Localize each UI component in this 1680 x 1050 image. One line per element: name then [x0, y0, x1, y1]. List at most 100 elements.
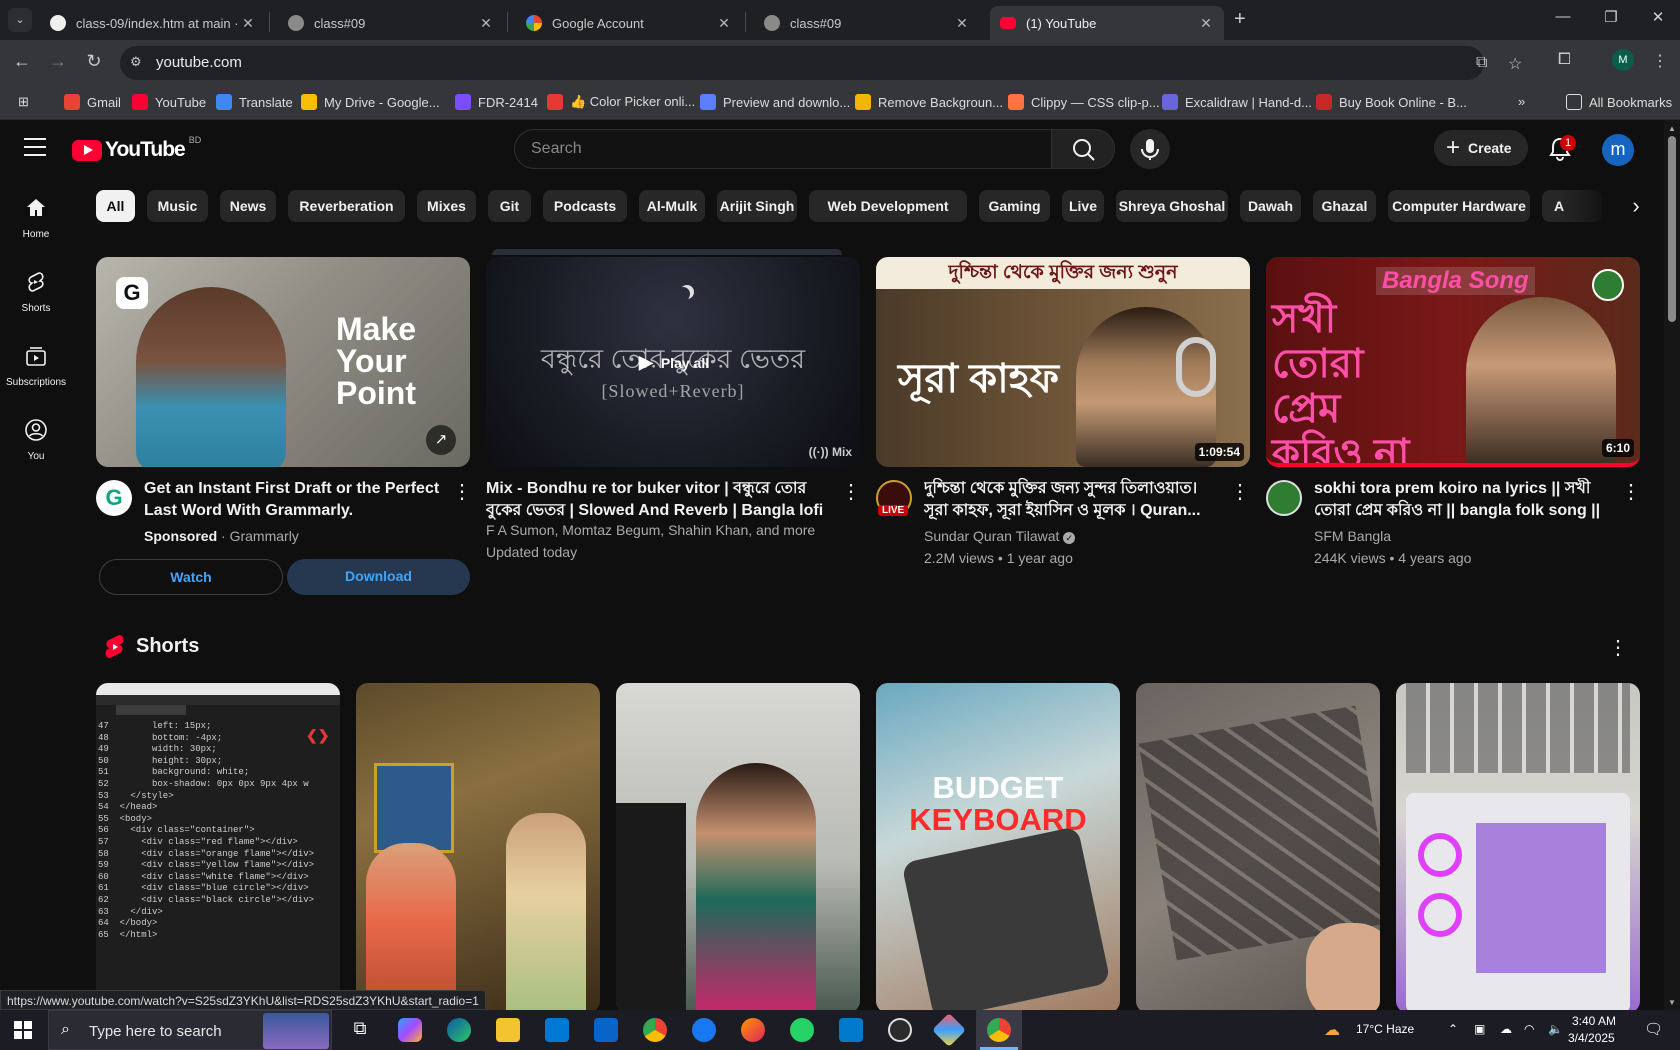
guide-item-you[interactable]: You	[0, 418, 72, 462]
search-button[interactable]	[1051, 129, 1115, 169]
short-laptop-keyboard[interactable]	[1136, 683, 1380, 1013]
short-pc-build[interactable]	[1396, 683, 1640, 1013]
bookmark-star-icon[interactable]: ☆	[1508, 54, 1522, 74]
chrome-icon[interactable]	[643, 1018, 667, 1042]
taskbar-search-box[interactable]: ⌕ Type here to search	[48, 1010, 332, 1050]
address-bar[interactable]: ⚙ youtube.com ⧉ ☆	[120, 46, 1522, 80]
bookmark-buy-book[interactable]: Buy Book Online - B...	[1316, 94, 1467, 110]
apps-grid-icon[interactable]: ⊞	[18, 94, 29, 110]
bookmark-color-picker[interactable]: 👍 Color Picker onli...	[547, 94, 695, 110]
channel-name[interactable]: Sundar Quran Tilawat ✓	[924, 528, 1076, 544]
clock-time[interactable]: 3:40 AM	[1572, 1014, 1616, 1028]
maximize-button[interactable]: ❐	[1596, 8, 1626, 26]
bookmark-remove-bg[interactable]: Remove Backgroun...	[855, 94, 1003, 110]
bookmark-gmail[interactable]: Gmail	[64, 94, 121, 110]
video-title[interactable]: দুশ্চিন্তা থেকে মুক্তির জন্য সুন্দর তিলা…	[924, 478, 1224, 522]
bookmark-drive[interactable]: My Drive - Google...	[301, 94, 440, 110]
chip-podcasts[interactable]: Podcasts	[543, 190, 627, 222]
chip-mixes[interactable]: Mixes	[417, 190, 476, 222]
guide-item-subscriptions[interactable]: Subscriptions	[0, 344, 72, 388]
bookmark-preview[interactable]: Preview and downlo...	[700, 94, 850, 110]
chip-ghazal[interactable]: Ghazal	[1313, 190, 1376, 222]
browser-tab-class09[interactable]: class#09 ✕	[278, 6, 504, 40]
bookmark-clippy[interactable]: Clippy — CSS clip-p...	[1008, 94, 1160, 110]
close-icon[interactable]: ✕	[716, 15, 732, 32]
firefox-icon[interactable]	[741, 1018, 765, 1042]
bookmarks-overflow-button[interactable]: »	[1518, 94, 1525, 109]
channel-name[interactable]: SFM Bangla	[1314, 528, 1391, 544]
browser-tab-youtube[interactable]: (1) YouTube ✕	[990, 6, 1224, 40]
search-box[interactable]	[514, 129, 1052, 169]
wifi-icon[interactable]: ◠	[1524, 1022, 1534, 1036]
guide-item-shorts[interactable]: Shorts	[0, 270, 72, 314]
tab-search-button[interactable]: ⌄	[8, 8, 32, 32]
close-window-button[interactable]: ✕	[1643, 8, 1673, 26]
chrome-active-icon[interactable]	[987, 1018, 1011, 1042]
site-info-icon[interactable]: ⚙	[130, 54, 142, 70]
bookmark-translate[interactable]: Translate	[216, 94, 293, 110]
volume-icon[interactable]: 🔈	[1548, 1022, 1563, 1036]
chip-news[interactable]: News	[220, 190, 276, 222]
chip-git[interactable]: Git	[488, 190, 531, 222]
chip-reverberation[interactable]: Reverberation	[288, 190, 405, 222]
bookmark-excalidraw[interactable]: Excalidraw | Hand-d...	[1162, 94, 1312, 110]
chip-arijit-singh[interactable]: Arijit Singh	[717, 190, 797, 222]
video-title[interactable]: Mix - Bondhu re tor buker vitor | বন্ধুর…	[486, 478, 826, 522]
forward-button[interactable]: →	[46, 51, 70, 72]
clock-date[interactable]: 3/4/2025	[1568, 1031, 1615, 1045]
play-all-overlay[interactable]: ▶ Play all	[639, 352, 709, 373]
channel-avatar[interactable]	[1266, 480, 1302, 516]
chip-web-development[interactable]: Web Development	[809, 190, 967, 222]
chip-shreya-ghoshal[interactable]: Shreya Ghoshal	[1116, 190, 1228, 222]
more-actions-icon[interactable]: ⋮	[450, 480, 474, 504]
chip-live[interactable]: Live	[1062, 190, 1104, 222]
new-tab-button[interactable]: +	[1234, 8, 1246, 31]
video-title[interactable]: sokhi tora prem koiro na lyrics || সখী ত…	[1314, 478, 1614, 522]
video-thumbnail-sfm[interactable]: Bangla Song সখী তোরা প্রেম করিও না 6:10	[1266, 257, 1640, 467]
create-button[interactable]: + Create	[1434, 130, 1528, 166]
close-icon[interactable]: ✕	[1198, 15, 1214, 32]
extensions-icon[interactable]: ⧠	[1558, 51, 1571, 69]
all-bookmarks-button[interactable]: All Bookmarks	[1566, 94, 1672, 110]
chip-computer-hardware[interactable]: Computer Hardware	[1388, 190, 1530, 222]
account-avatar[interactable]: m	[1602, 134, 1634, 166]
open-in-app-icon[interactable]: ⧉	[1476, 54, 1487, 72]
video-thumbnail-quran[interactable]: দুশ্চিন্তা থেকে মুক্তির জন্য শুনুন সূরা …	[876, 257, 1250, 467]
vscode-icon[interactable]	[839, 1018, 863, 1042]
scroll-up-arrow[interactable]: ▲	[1668, 124, 1676, 133]
short-budget-keyboard[interactable]: BUDGET KEYBOARD	[876, 683, 1120, 1013]
windows-start-icon[interactable]	[14, 1021, 32, 1039]
cloud-icon[interactable]: ☁	[1500, 1022, 1512, 1036]
download-button[interactable]: Download	[287, 559, 470, 595]
chip-all[interactable]: All	[96, 190, 135, 222]
facebook-icon[interactable]	[692, 1018, 716, 1042]
scroll-down-arrow[interactable]: ▼	[1668, 998, 1676, 1007]
youtube-logo[interactable]: YouTube BD	[72, 135, 201, 162]
back-button[interactable]: ←	[10, 51, 34, 72]
more-actions-icon[interactable]: ⋮	[1619, 480, 1643, 504]
short-drama-scene[interactable]	[616, 683, 860, 1013]
guide-menu-button[interactable]	[24, 138, 46, 156]
chip-dawah[interactable]: Dawah	[1240, 190, 1301, 222]
store-icon[interactable]	[545, 1018, 569, 1042]
grammarly-channel-avatar[interactable]: G	[96, 480, 132, 516]
minimize-button[interactable]: —	[1548, 8, 1578, 25]
search-input[interactable]	[515, 130, 1051, 168]
edge-icon[interactable]	[447, 1018, 471, 1042]
copilot-icon[interactable]	[398, 1018, 422, 1042]
weather-text[interactable]: 17°C Haze	[1356, 1022, 1414, 1036]
video-thumbnail-mix[interactable]: বন্ধুরে তোর বুকের ভেতর [Slowed+Reverb] ▶…	[486, 257, 860, 467]
whatsapp-icon[interactable]	[790, 1018, 814, 1042]
browser-tab-google-account[interactable]: Google Account ✕	[516, 6, 742, 40]
chips-next-button[interactable]: ›	[1620, 190, 1652, 222]
video-title[interactable]: Get an Instant First Draft or the Perfec…	[144, 478, 444, 522]
browser-tab-class09-2[interactable]: class#09 ✕	[754, 6, 980, 40]
short-film-scene[interactable]	[356, 683, 600, 1013]
tray-expand-icon[interactable]: ⌃	[1448, 1022, 1458, 1036]
github-desktop-icon[interactable]	[888, 1018, 912, 1042]
chip-music[interactable]: Music	[147, 190, 208, 222]
file-explorer-icon[interactable]	[496, 1018, 520, 1042]
tray-app-icon[interactable]: ▣	[1474, 1022, 1485, 1036]
scrollbar-thumb[interactable]	[1668, 136, 1676, 322]
browser-profile-avatar[interactable]: M	[1612, 49, 1634, 71]
